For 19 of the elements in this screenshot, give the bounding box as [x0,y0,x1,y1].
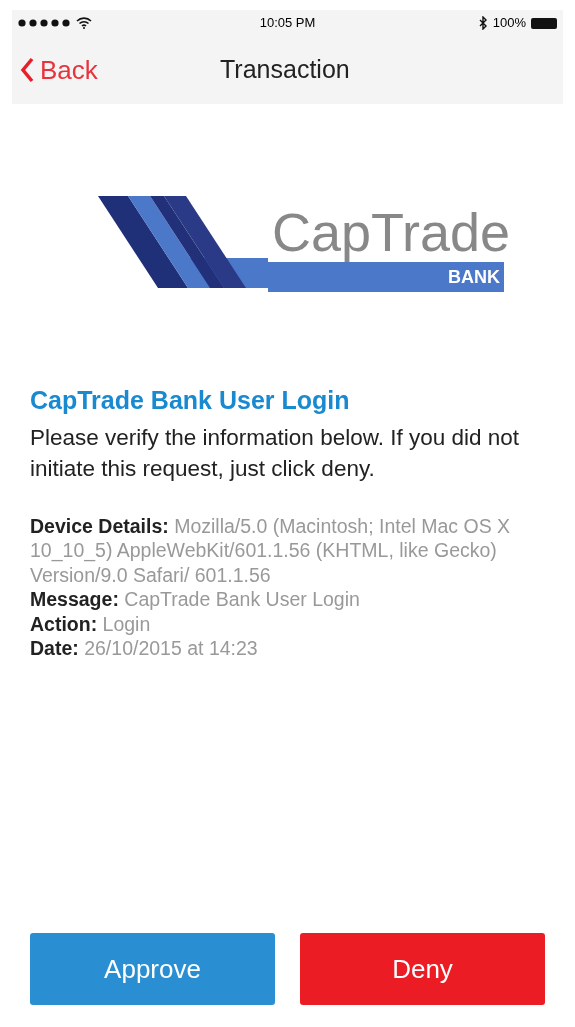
chevron-left-icon [20,57,34,83]
nav-title: Transaction [220,54,350,86]
bluetooth-icon [478,16,488,30]
back-button[interactable]: Back [12,50,98,90]
status-time: 10:05 PM [259,14,316,33]
detail-line: Message: CapTrade Bank User Login [30,587,361,612]
detail-line: Date: 26/10/2015 at 14:23 [30,636,259,661]
detail-line: Action: Login [30,611,152,636]
signal-icon [18,19,70,27]
logo-name: CapTrade [271,202,511,262]
wifi-icon [76,17,92,29]
logo-subtitle: BANK [268,262,504,292]
approve-button[interactable]: Approve [30,933,275,1005]
battery-icon [531,17,557,29]
detail-line: Device Details: Mozilla/5.0 (Macintosh; Intel Mac OS X 10_10_5) AppleWebKit/601.1.56 (KHTML, like Gecko) Version/9.0 Safari/ 601.1.56 [30,513,512,587]
deny-button[interactable]: Deny [300,933,545,1005]
page-heading: CapTrade Bank User Login [30,385,351,416]
intro-text: Please verify the information below. If you did not initiate this request, just click deny. [30,423,521,483]
battery-percent: 100% [492,14,526,33]
